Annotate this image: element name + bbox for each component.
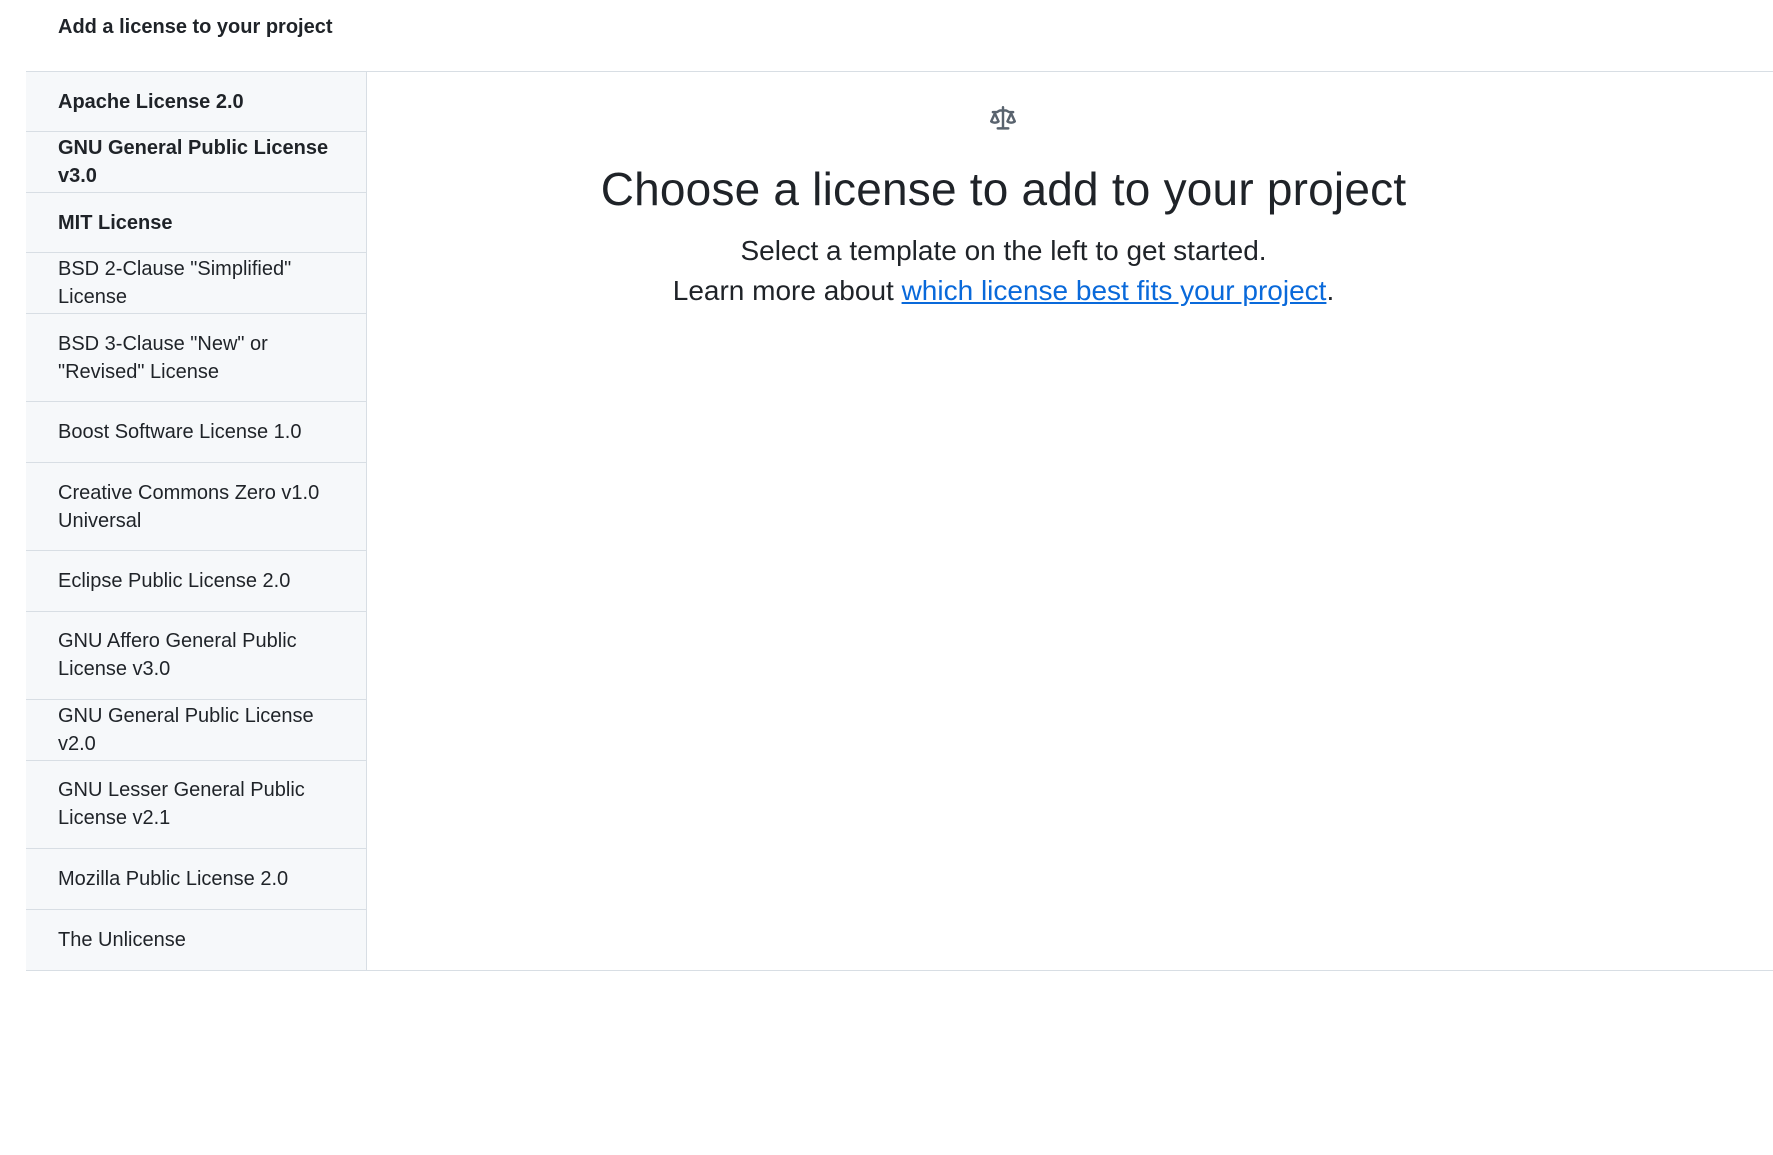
license-guide-link[interactable]: which license best fits your project bbox=[902, 275, 1327, 306]
sidebar-item-mpl-2[interactable]: Mozilla Public License 2.0 bbox=[26, 849, 366, 910]
blankslate-subtitle: Select a template on the left to get sta… bbox=[740, 235, 1267, 266]
sidebar-item-bsd-3[interactable]: BSD 3-Clause "New" or "Revised" License bbox=[26, 314, 366, 403]
blankslate-learn-more: Learn more about which license best fits… bbox=[367, 272, 1640, 310]
sidebar-item-unlicense[interactable]: The Unlicense bbox=[26, 910, 366, 970]
sidebar-item-cc0[interactable]: Creative Commons Zero v1.0 Universal bbox=[26, 463, 366, 552]
sidebar-item-epl-2[interactable]: Eclipse Public License 2.0 bbox=[26, 551, 366, 612]
sidebar-item-label: GNU Lesser General Public License v2.1 bbox=[58, 779, 305, 830]
sidebar-item-label: BSD 3-Clause "New" or "Revised" License bbox=[58, 332, 268, 383]
sidebar-item-label: BSD 2-Clause "Simplified" License bbox=[58, 258, 292, 309]
learn-more-prefix: Learn more about bbox=[672, 275, 902, 306]
sidebar-item-agpl-3[interactable]: GNU Affero General Public License v3.0 bbox=[26, 612, 366, 701]
license-picker: Apache License 2.0 GNU General Public Li… bbox=[26, 71, 1773, 971]
license-blankslate: Choose a license to add to your project … bbox=[367, 72, 1773, 970]
sidebar-item-lgpl-2-1[interactable]: GNU Lesser General Public License v2.1 bbox=[26, 761, 366, 850]
law-scale-icon bbox=[990, 106, 1016, 130]
license-sidebar: Apache License 2.0 GNU General Public Li… bbox=[26, 72, 367, 970]
sidebar-item-bsd-2[interactable]: BSD 2-Clause "Simplified" License bbox=[26, 253, 366, 314]
sidebar-item-label: The Unlicense bbox=[58, 928, 186, 951]
learn-more-suffix: . bbox=[1326, 275, 1335, 306]
sidebar-item-label: GNU General Public License v3.0 bbox=[58, 137, 329, 188]
sidebar-item-mit[interactable]: MIT License bbox=[26, 193, 366, 254]
sidebar-item-gpl-2[interactable]: GNU General Public License v2.0 bbox=[26, 700, 366, 761]
sidebar-item-gpl-3[interactable]: GNU General Public License v3.0 bbox=[26, 132, 366, 193]
sidebar-item-label: Creative Commons Zero v1.0 Universal bbox=[58, 481, 320, 532]
sidebar-item-boost[interactable]: Boost Software License 1.0 bbox=[26, 402, 366, 463]
sidebar-item-label: Apache License 2.0 bbox=[58, 90, 244, 113]
sidebar-item-label: GNU General Public License v2.0 bbox=[58, 704, 314, 755]
sidebar-item-label: MIT License bbox=[58, 211, 173, 234]
page-title: Add a license to your project bbox=[58, 16, 333, 38]
blankslate-title: Choose a license to add to your project bbox=[600, 163, 1407, 215]
sidebar-item-label: GNU Affero General Public License v3.0 bbox=[58, 630, 297, 681]
sidebar-item-label: Boost Software License 1.0 bbox=[58, 421, 302, 444]
sidebar-item-label: Mozilla Public License 2.0 bbox=[58, 867, 289, 890]
sidebar-item-label: Eclipse Public License 2.0 bbox=[58, 569, 291, 592]
sidebar-item-apache-2[interactable]: Apache License 2.0 bbox=[26, 72, 366, 133]
